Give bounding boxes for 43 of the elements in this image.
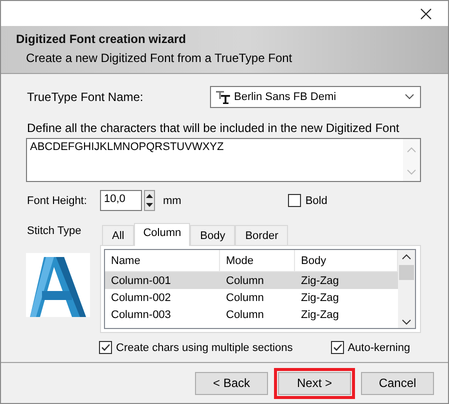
- tab[interactable]: All: [102, 225, 134, 245]
- button[interactable]: < Back: [195, 372, 268, 394]
- table-cell-text: Zig-Zag: [300, 292, 340, 304]
- table-cell-text: Column: [225, 308, 265, 320]
- table-cell-text: Column-002: [110, 292, 172, 304]
- column-header[interactable]: Mode: [220, 250, 295, 271]
- font-dropdown[interactable]: Berlin Sans FB Demi: [210, 86, 421, 108]
- checkbox[interactable]: [288, 194, 302, 207]
- section-label: Stitch Type: [26, 224, 82, 237]
- tab[interactable]: Border: [235, 225, 288, 245]
- tab[interactable]: Body: [190, 225, 236, 245]
- table-cell-text: Column-003: [110, 308, 172, 320]
- spinner-arrows[interactable]: [144, 190, 155, 211]
- truetype-icon: [216, 90, 230, 104]
- tab[interactable]: Column: [134, 223, 190, 246]
- checkbox-label: Auto-kerning: [348, 342, 410, 354]
- table-cell-text: Column: [225, 274, 265, 286]
- dropdown-value: Berlin Sans FB Demi: [234, 91, 338, 103]
- selected-row[interactable]: Column-001 Column Zig-Zag: [105, 272, 398, 289]
- field-label: TrueType Font Name:: [26, 90, 144, 104]
- chevron-down-icon: [405, 94, 414, 100]
- field-label: Font Height:: [26, 194, 88, 206]
- checkbox[interactable]: [330, 341, 344, 354]
- button[interactable]: Cancel: [361, 372, 434, 394]
- table-cell-text: Column: [225, 292, 265, 304]
- scroll-thumb[interactable]: [399, 265, 414, 280]
- field-label: Define all the characters that will be included in the new Digitized Font: [27, 121, 400, 135]
- unit-label: mm: [163, 194, 182, 206]
- column-header[interactable]: Name: [105, 250, 220, 271]
- checkbox-label: Create chars using multiple sections: [116, 342, 293, 354]
- scroll-down-icon[interactable]: [402, 319, 411, 325]
- button[interactable]: Next >: [278, 372, 351, 394]
- scroll-up-icon[interactable]: [402, 254, 411, 260]
- checkbox[interactable]: [99, 341, 112, 354]
- wizard-title: Digitized Font creation wizard: [16, 32, 188, 46]
- font-height-field[interactable]: 10,0: [100, 190, 142, 211]
- table-cell-text: Zig-Zag: [300, 308, 340, 320]
- wizard-subtitle: Create a new Digitized Font from a TrueType Font: [26, 51, 294, 65]
- table-cell-text: Zig-Zag: [300, 274, 340, 286]
- field-value: ABCDEFGHIJKLMNOPQRSTUVWXYZ: [29, 140, 225, 155]
- checkbox-label: Bold: [305, 194, 328, 206]
- table-cell-text: Column-001: [110, 274, 172, 286]
- close-icon[interactable]: [420, 8, 432, 20]
